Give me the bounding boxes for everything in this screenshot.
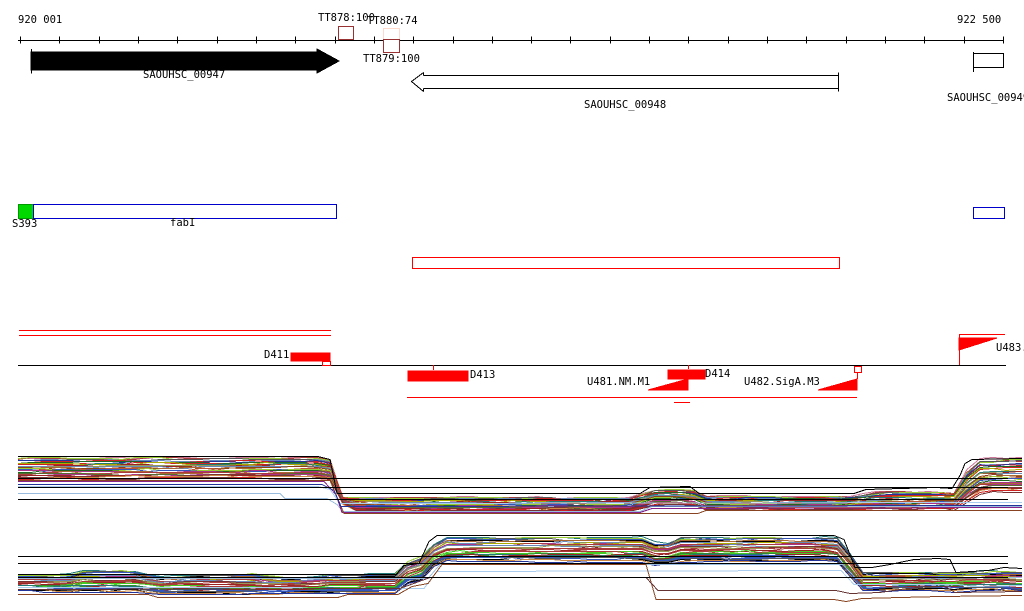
label-d414: D414	[705, 368, 731, 380]
ruler-start-label: 920 001	[18, 14, 63, 26]
genome-graphics-canvas	[17, 26, 1023, 603]
label-u482: U482.SigA.M3	[744, 376, 820, 388]
label-tt879: TT879:100	[363, 53, 420, 65]
label-gene-00949: SAOUHSC_00949	[947, 92, 1024, 104]
label-tt880: TT880:74	[367, 15, 418, 27]
feature-tt880-box[interactable]	[383, 28, 400, 40]
feature-d411-box[interactable]	[290, 352, 331, 362]
feature-d413-box[interactable]	[407, 370, 469, 382]
label-u483: U483.	[996, 342, 1024, 354]
feature-blue-box-right[interactable]	[973, 207, 1005, 219]
genome-browser-window: 920 001 922 500 TT878:100 TT880:74 TT879:100…	[0, 0, 1024, 611]
feature-d414-box[interactable]	[667, 369, 706, 380]
feature-u483-ramp[interactable]	[958, 337, 998, 351]
feature-d411-notch	[322, 361, 331, 366]
feature-u482-square	[854, 366, 862, 373]
label-fabi: fabI	[170, 217, 196, 229]
label-u481: U481.NM.M1	[587, 376, 651, 388]
feature-u481-ramp[interactable]	[647, 378, 689, 391]
ruler-end-label: 922 500	[957, 14, 1002, 26]
gene-saouhsc-00948-arrow[interactable]	[410, 72, 839, 92]
label-gene-00947: SAOUHSC_00947	[143, 69, 226, 81]
feature-tt879-box[interactable]	[383, 39, 400, 53]
label-gene-00948: SAOUHSC_00948	[584, 99, 667, 111]
gene-saouhsc-00949-box[interactable]	[973, 53, 1004, 68]
label-d411: D411	[264, 349, 290, 361]
label-s393: S393	[12, 218, 38, 230]
feature-red-open-rect[interactable]	[412, 257, 840, 269]
feature-s393-box[interactable]	[18, 204, 34, 219]
feature-u482-ramp[interactable]	[817, 378, 858, 391]
label-d413: D413	[470, 369, 496, 381]
feature-tt878-box[interactable]	[338, 26, 354, 40]
